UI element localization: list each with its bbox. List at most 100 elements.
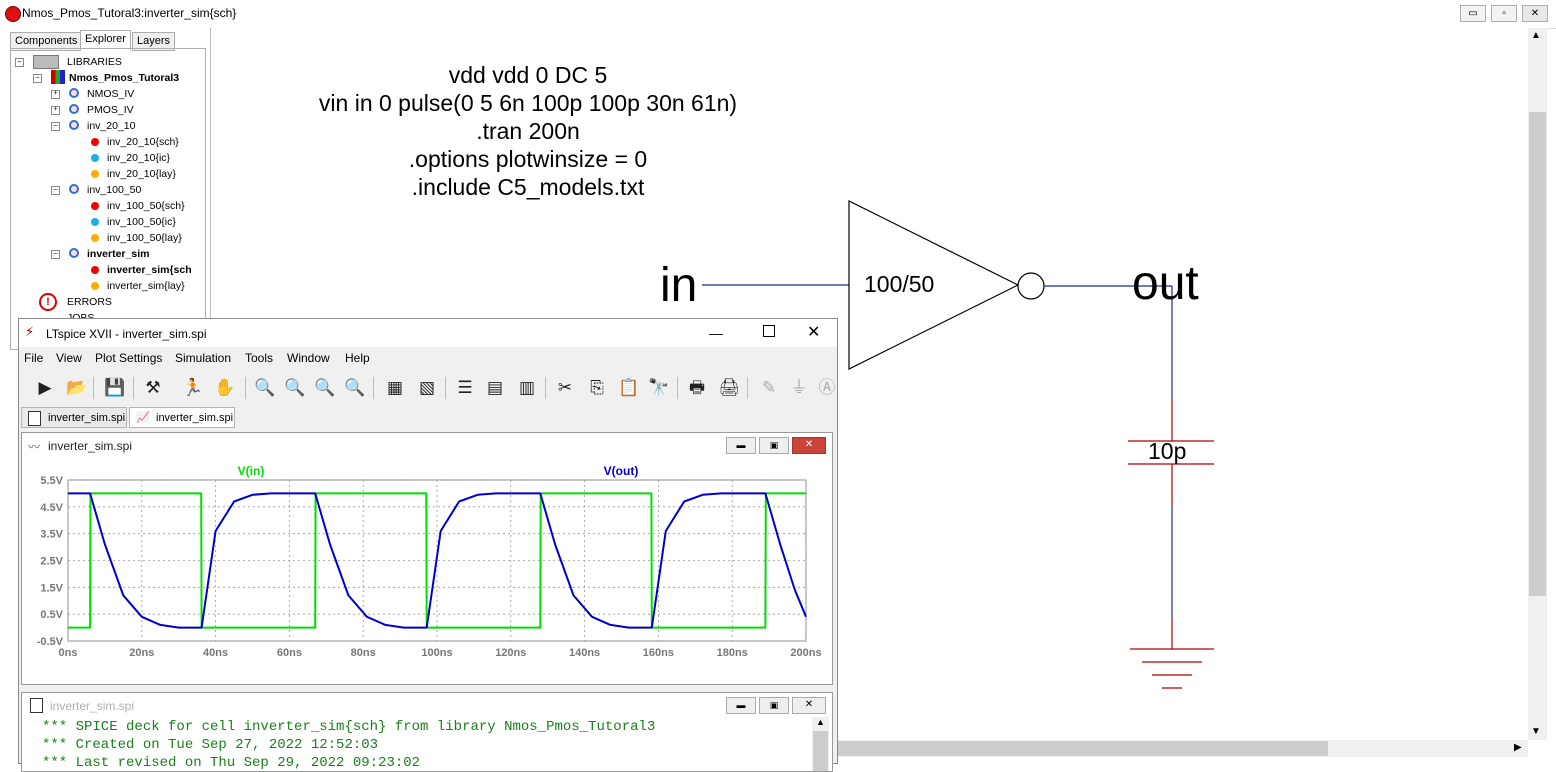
ground-icon[interactable]: ⏚ [787,376,811,400]
run-icon[interactable]: ▶ [33,376,57,400]
pencil-icon[interactable]: ✎ [757,376,781,400]
netlist-line: *** SPICE deck for cell inverter_sim{sch… [42,719,656,735]
tree-item-cell[interactable]: inv_100_50 [87,184,141,196]
collapse-toggle[interactable]: – [51,186,60,195]
tree-item-view[interactable]: inv_100_50{ic} [107,216,176,228]
print-setup-icon[interactable]: 🖨 [717,376,741,400]
plot-settings-icon[interactable]: ▧ [415,376,439,400]
collapse-toggle[interactable]: – [51,122,60,131]
maximize-button[interactable] [763,325,775,337]
menu-plot-settings[interactable]: Plot Settings [95,351,162,365]
cut-icon[interactable]: ✂ [553,376,577,400]
layout-view-icon [91,234,99,242]
close-button[interactable]: ✕ [792,437,826,454]
scrollbar-thumb[interactable] [813,731,828,771]
zoom-out-icon[interactable]: 🔍 [313,376,337,400]
schematic-view-icon [91,138,99,146]
scroll-down-icon[interactable]: ▼ [1531,726,1541,737]
tile-vertical-icon[interactable]: ▤ [483,376,507,400]
minimize-button[interactable]: — [709,325,723,341]
waveform-chart[interactable]: 5.5V4.5V3.5V2.5V1.5V0.5V-0.5V0ns 20ns 40ns… [26,457,828,679]
netlist-scrollbar[interactable]: ▲ [812,717,829,771]
autorange-icon[interactable]: ▦ [383,376,407,400]
waveform-plot[interactable]: 5.5V 4.5V 3.5V 2.5V 1.5V 0.5V -0.5V 0ns 20ns 40ns… [26,457,828,679]
x-tick-label: 0ns [59,647,78,659]
copy-icon[interactable]: ⎘ [585,376,609,400]
menu-file[interactable]: File [24,351,43,365]
horizontal-scrollbar[interactable]: ▶ [836,740,1528,757]
app-logo-icon [5,6,21,22]
menu-window[interactable]: Window [287,351,330,365]
plot-window: 〰 inverter_sim.spi ▬ ▣ ✕ 5.5V 4.5V 3.5V 2.5… [21,432,833,685]
minimize-button[interactable]: ▬ [726,697,756,714]
scroll-up-icon[interactable]: ▲ [816,717,825,727]
expand-toggle[interactable]: + [51,106,60,115]
collapse-toggle[interactable]: – [33,74,42,83]
x-tick-label: 160ns [643,647,674,659]
label-icon[interactable]: Ⓐ [815,376,839,400]
close-button[interactable]: ✕ [792,697,826,714]
collapse-toggle[interactable]: – [51,250,60,259]
scrollbar-thumb[interactable] [836,741,1328,756]
cell-icon [69,184,79,194]
zoom-cancel-icon[interactable]: 🔍 [343,376,367,400]
restore-button[interactable]: ▣ [759,697,789,714]
cascade-icon[interactable]: ▥ [515,376,539,400]
tree-item-view[interactable]: inv_20_10{sch} [107,136,179,148]
tree-item-view[interactable]: inverter_sim{lay} [107,280,185,292]
cell-icon [69,120,79,130]
open-folder-icon[interactable]: 📂 [65,376,89,400]
tree-item-view[interactable]: inv_20_10{lay} [107,168,176,180]
hand-pan-icon[interactable]: ✋ [213,376,237,400]
hammer-icon[interactable]: ⚒ [141,376,165,400]
ltspice-window: ⚡ LTspice XVII - inverter_sim.spi — ✕ Fi… [18,318,838,772]
ltspice-window-title: LTspice XVII - inverter_sim.spi [46,327,207,341]
tree-item-libraries[interactable]: LIBRARIES [67,56,122,68]
tree-item-cell[interactable]: PMOS_IV [87,104,134,116]
tree-item-view[interactable]: inv_100_50{lay} [107,232,182,244]
zoom-fit-icon[interactable]: 🔍 [283,376,307,400]
minimize-button[interactable]: ▬ [726,437,756,454]
tree-item-library[interactable]: Nmos_Pmos_Tutoral3 [69,72,179,84]
explorer-tree[interactable]: – LIBRARIES – Nmos_Pmos_Tutoral3 + NMOS_… [10,48,206,350]
tree-item-cell[interactable]: inverter_sim [87,248,149,260]
print-icon[interactable]: 🖶 [685,376,709,400]
close-button[interactable]: ✕ [1522,5,1548,22]
scrollbar-thumb[interactable] [1529,112,1546,596]
vertical-scrollbar[interactable]: ▲ ▼ [1528,28,1547,740]
x-tick-label: 80ns [351,647,376,659]
menu-simulation[interactable]: Simulation [175,351,231,365]
tree-item-cell[interactable]: NMOS_IV [87,88,134,100]
x-tick-label: 60ns [277,647,302,659]
collapse-toggle[interactable]: – [15,58,24,67]
save-icon[interactable]: 💾 [103,376,127,400]
menu-help[interactable]: Help [345,351,370,365]
minimize-button[interactable]: ▭ [1460,5,1486,22]
input-port-label: in [660,259,698,312]
toolbar-separator [133,377,134,399]
cell-icon [69,248,79,258]
scroll-right-icon[interactable]: ▶ [1514,742,1522,753]
ltspice-toolbar: ▶ 📂 💾 ⚒ 🏃 ✋ 🔍 🔍 🔍 🔍 ▦ ▧ ☰ ▤ ▥ ✂ ⎘ 📋 🔭 🖶 … [19,371,837,405]
tree-item-view[interactable]: inverter_sim{sch [107,264,192,276]
zoom-in-icon[interactable]: 🔍 [253,376,277,400]
tree-item-errors[interactable]: ERRORS [67,296,112,308]
restore-button[interactable]: ▣ [759,437,789,454]
tree-item-cell[interactable]: inv_20_10 [87,120,135,132]
tree-item-view[interactable]: inv_20_10{ic} [107,152,170,164]
tile-horizontal-icon[interactable]: ☰ [453,376,477,400]
toolbar-separator [747,377,748,399]
close-button[interactable]: ✕ [807,322,820,342]
tree-item-view[interactable]: inv_100_50{sch} [107,200,185,212]
x-tick-label: 120ns [495,647,526,659]
toolbar-separator [445,377,446,399]
find-icon[interactable]: 🔭 [647,376,671,400]
menu-view[interactable]: View [56,351,82,365]
scroll-up-icon[interactable]: ▲ [1531,30,1541,41]
run-man-icon[interactable]: 🏃 [181,376,205,400]
expand-toggle[interactable]: + [51,90,60,99]
restore-button[interactable]: ▫ [1491,5,1517,22]
plot-window-title-bar: 〰 inverter_sim.spi ▬ ▣ ✕ [22,433,832,457]
paste-icon[interactable]: 📋 [617,376,641,400]
menu-tools[interactable]: Tools [245,351,273,365]
